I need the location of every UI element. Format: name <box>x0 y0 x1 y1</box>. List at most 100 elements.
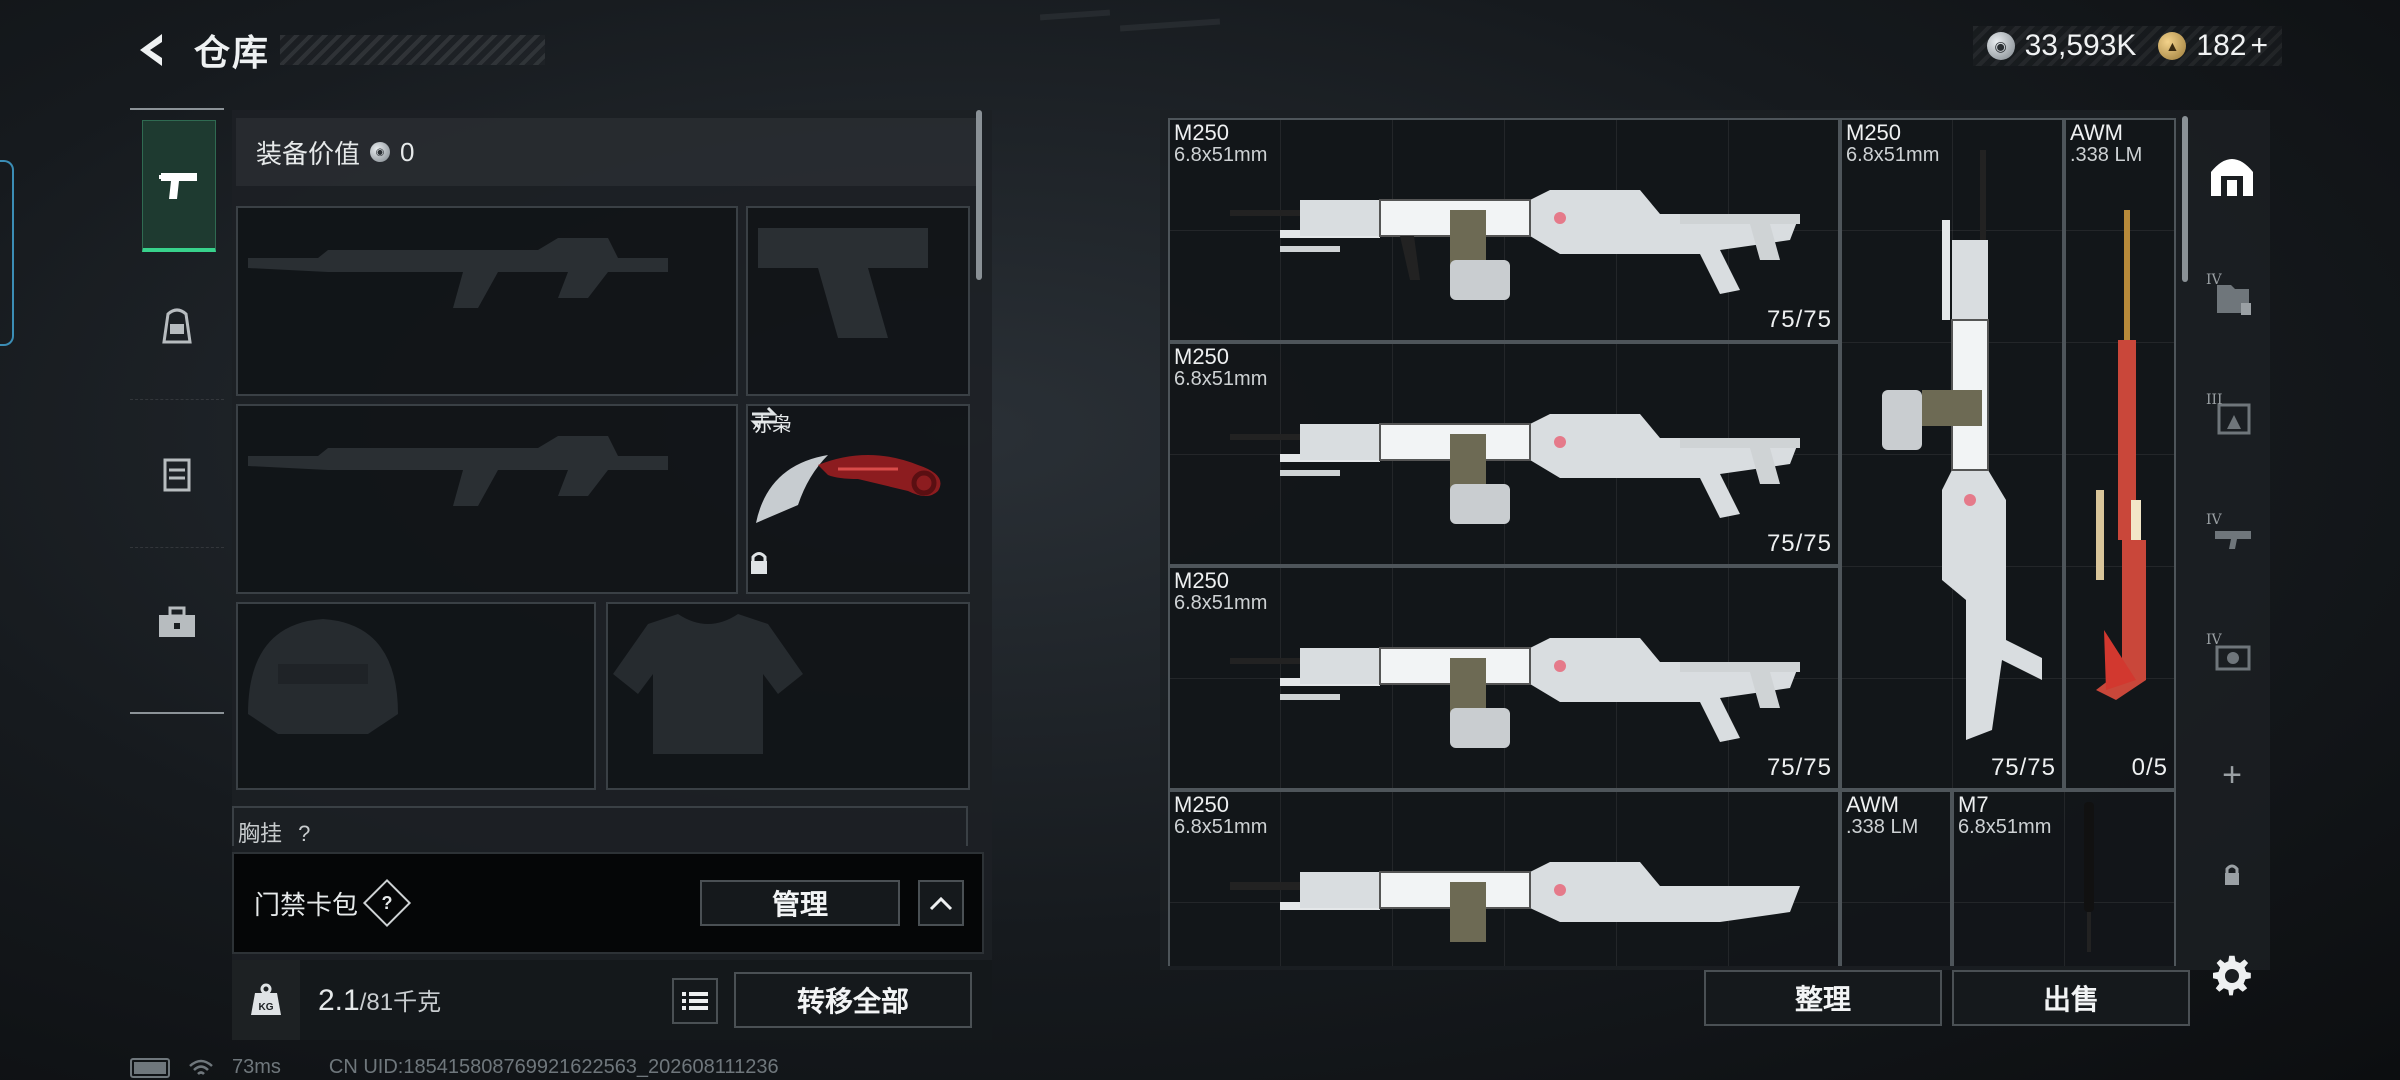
status-bar: 73ms CN UID:185415808769921622563_202608… <box>130 1056 779 1079</box>
weight-current: 2.1 <box>318 984 360 1017</box>
equipment-value-bar: 装备价值 ◉ 0 <box>236 118 976 186</box>
item-name: AWM <box>1846 792 1899 817</box>
safe-box-icon <box>2211 159 2253 196</box>
item-count: 0/5 <box>2131 754 2168 781</box>
svg-text:KG: KG <box>259 1002 274 1013</box>
stash-item-m250[interactable]: M250 6.8x51mm <box>1168 790 1840 966</box>
rifle-silhouette-icon <box>248 436 668 506</box>
m250-machine-gun-icon <box>1230 638 1800 748</box>
tab-safe-box[interactable] <box>2194 130 2270 220</box>
item-caliber: .338 LM <box>2070 144 2143 166</box>
item-name: M250 <box>1174 792 1230 817</box>
stash-item-m250[interactable]: M250 6.8x51mm 75/75 <box>1168 342 1840 566</box>
ping-readout: 73ms <box>232 1056 281 1078</box>
awm-sniper-rifle-icon <box>2096 210 2146 700</box>
m250-machine-gun-icon <box>1230 190 1800 300</box>
title-decoration <box>280 35 546 65</box>
tab-stash-iii[interactable]: III <box>2194 370 2270 460</box>
item-name: M250 <box>1174 120 1230 145</box>
toolbox-icon <box>159 606 195 637</box>
silver-coin-icon: ◉ <box>1986 32 2015 60</box>
sort-button[interactable]: 整理 <box>1704 970 1942 1026</box>
item-count: 75/75 <box>1766 306 1832 333</box>
stash-item-awm[interactable]: AWM .338 LM 0/5 <box>2064 118 2176 790</box>
item-caliber: 6.8x51mm <box>1958 816 2052 838</box>
locked-stash-tab[interactable] <box>2194 830 2270 920</box>
stash-item-m7[interactable]: M7 6.8x51mm <box>1952 790 2176 966</box>
tab-stash-iv-gun[interactable]: IV <box>2194 490 2270 580</box>
currency-bar: ◉ 33,593K ▲ 182 + <box>1972 26 2282 66</box>
item-name: M250 <box>1174 344 1230 369</box>
sell-button[interactable]: 出售 <box>1952 970 2190 1026</box>
header: 仓库 <box>130 25 546 75</box>
help-badge[interactable]: ? <box>298 821 310 846</box>
stash-side-tabs: IV III IV IV + <box>2194 110 2270 970</box>
gold-currency-value: 182 <box>2196 29 2247 62</box>
side-drawer-handle[interactable] <box>0 160 14 346</box>
tab-stash-iv-camera[interactable]: IV <box>2194 610 2270 700</box>
item-count: 75/75 <box>1766 530 1832 557</box>
back-button[interactable] <box>130 28 174 72</box>
pistol-slot[interactable] <box>746 206 970 396</box>
expand-button[interactable] <box>918 880 964 926</box>
item-caliber: 6.8x51mm <box>1174 144 1268 166</box>
melee-slot-name: 赤枭 <box>752 414 792 436</box>
m250-machine-gun-icon <box>1230 414 1800 524</box>
lock-icon <box>2225 864 2239 885</box>
settings-button[interactable] <box>2196 940 2272 1010</box>
pistol-silhouette-icon <box>758 228 928 338</box>
add-currency-button[interactable]: + <box>2250 29 2268 63</box>
equipment-value: 0 <box>400 136 415 167</box>
loadout-scrollbar[interactable] <box>976 110 982 280</box>
tab-rig[interactable] <box>130 400 224 548</box>
lock-icon <box>751 552 767 574</box>
wifi-icon <box>189 1059 213 1075</box>
manage-button[interactable]: 管理 <box>700 880 900 926</box>
stash-panel: M250 6.8x51mm 75/75 M250 6.8x51mm 75/75 … <box>1160 110 2270 970</box>
tab-tools[interactable] <box>130 548 224 696</box>
item-caliber: 6.8x51mm <box>1174 592 1268 614</box>
melee-slot[interactable]: 赤枭 <box>746 404 970 594</box>
stash-item-m250[interactable]: M250 6.8x51mm 75/75 <box>1168 118 1840 342</box>
item-caliber: 6.8x51mm <box>1174 368 1268 390</box>
weight-icon: KG <box>232 960 300 1040</box>
background-streak <box>1039 9 1111 21</box>
stash-item-m250[interactable]: M250 6.8x51mm 75/75 <box>1168 566 1840 790</box>
uid-readout: CN UID:185415808769921622563_20260811123… <box>328 1056 779 1078</box>
tab-gear[interactable] <box>130 252 224 400</box>
stash-item-awm[interactable]: AWM .338 LM <box>1840 790 1952 966</box>
transfer-all-button[interactable]: 转移全部 <box>734 972 972 1028</box>
tab-weapons[interactable] <box>142 120 216 252</box>
list-icon <box>682 992 708 1010</box>
chest-rig-icon <box>163 458 191 491</box>
help-icon[interactable]: ? <box>362 878 412 928</box>
gold-coin-icon: ▲ <box>2158 32 2187 60</box>
item-count: 75/75 <box>1766 754 1832 781</box>
armor-slot[interactable] <box>606 602 970 790</box>
stash-scrollbar[interactable] <box>2182 116 2188 282</box>
item-count: 75/75 <box>1990 754 2056 781</box>
tab-stash-iv-folder[interactable]: IV <box>2194 250 2270 340</box>
stash-item-m250-rotated[interactable]: M250 6.8x51mm 75/75 <box>1840 118 2064 790</box>
battery-icon <box>130 1057 170 1078</box>
keycard-label: 门禁卡包 <box>254 889 359 920</box>
m7-rifle-icon <box>2084 802 2094 952</box>
silver-coin-icon: ◉ <box>370 142 391 162</box>
chest-rig-slot[interactable]: 胸挂 ? <box>232 806 968 846</box>
add-stash-tab-button[interactable]: + <box>2194 730 2270 820</box>
backpack-icon <box>162 308 192 343</box>
weight-readout: 2.1/81千克 <box>318 982 441 1018</box>
m250-machine-gun-vertical-icon <box>1882 150 2042 740</box>
primary-weapon-slot-2[interactable] <box>236 404 738 594</box>
silver-currency-value: 33,593K <box>2024 29 2137 62</box>
body-armor-silhouette-icon <box>613 614 803 754</box>
pistol-icon <box>159 172 197 199</box>
background-streak <box>1119 18 1221 32</box>
item-caliber: .338 LM <box>1846 816 1919 838</box>
primary-weapon-slot-1[interactable] <box>236 206 738 396</box>
m250-machine-gun-icon <box>1230 862 1800 942</box>
category-tabs <box>130 108 224 714</box>
helmet-slot[interactable] <box>236 602 596 790</box>
list-view-button[interactable] <box>672 978 718 1024</box>
rifle-silhouette-icon <box>248 238 668 308</box>
